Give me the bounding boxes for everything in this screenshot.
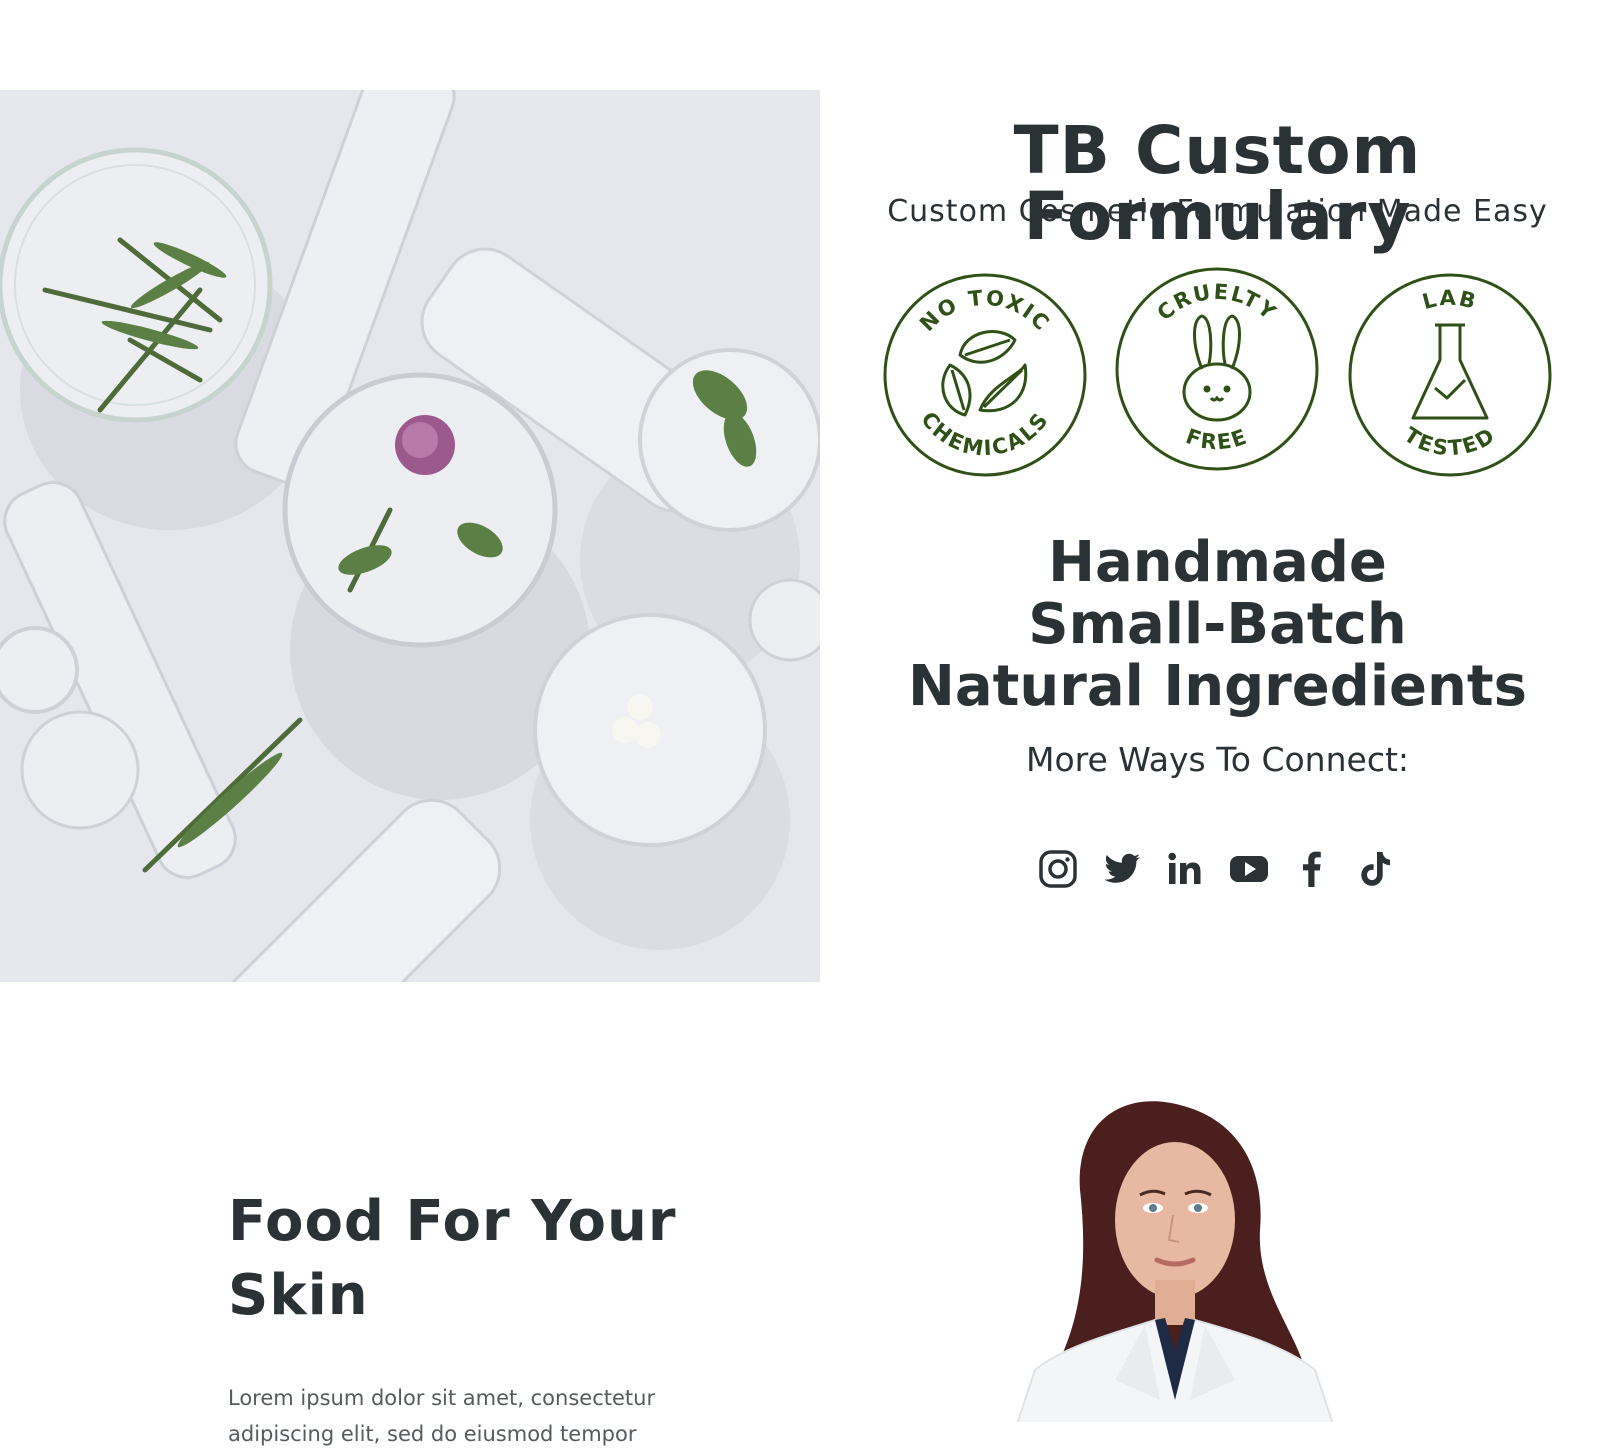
instagram-icon: [1039, 850, 1077, 888]
badge-2-bottom-text: FREE: [1183, 424, 1250, 454]
brand-subtitle: Custom Cosmetic Formulation Made Easy: [887, 194, 1548, 229]
hero-content: TB Custom Formulary Custom Cosmetic Form…: [820, 90, 1615, 982]
about-section: Food For Your Skin Lorem ipsum dolor sit…: [0, 1000, 1615, 1446]
tagline: Handmade Small-Batch Natural Ingredients: [820, 532, 1615, 718]
tagline-line-1: Handmade: [1048, 530, 1387, 595]
tiktok-icon: [1361, 852, 1390, 886]
hero-section: TB Custom Formulary Custom Cosmetic Form…: [0, 0, 1615, 1000]
svg-text:FREE: FREE: [1183, 424, 1252, 454]
badge-lab-tested: LAB TESTED: [1345, 270, 1555, 480]
youtube-link[interactable]: [1228, 848, 1270, 890]
badge-3-bottom-text: TESTED: [1400, 423, 1498, 461]
leaves-icon: [941, 330, 1028, 417]
twitter-icon: [1103, 853, 1140, 883]
linkedin-icon: [1168, 852, 1201, 884]
tagline-line-3: Natural Ingredients: [907, 654, 1527, 719]
linkedin-link[interactable]: [1164, 848, 1206, 890]
hero-lab-glassware-image: [0, 90, 820, 982]
bunny-icon: [1182, 314, 1252, 422]
about-title: Food For Your Skin: [228, 1185, 708, 1333]
badge-no-toxic-chemicals: NO TOXIC CHEMICALS: [880, 270, 1090, 480]
badge-3-top-text: LAB: [1420, 286, 1478, 314]
badge-cruelty-free: CRUELTY FREE: [1112, 264, 1322, 474]
badge-2-top-text: CRUELTY: [1152, 280, 1279, 326]
svg-text:TESTED: TESTED: [1400, 423, 1500, 461]
svg-text:NO TOXIC: NO TOXIC: [915, 286, 1055, 337]
svg-text:CRUELTY: CRUELTY: [1152, 280, 1281, 326]
connect-label: More Ways To Connect:: [1025, 740, 1410, 779]
flask-icon: [1411, 323, 1489, 420]
about-title-line-2: Skin: [228, 1263, 369, 1328]
about-body-text: Lorem ipsum dolor sit amet, consectetur …: [228, 1386, 656, 1446]
founder-portrait-image: [995, 1100, 1355, 1422]
svg-text:CHEMICALS: CHEMICALS: [916, 407, 1053, 461]
brand-title: TB Custom Formulary: [1013, 112, 1422, 255]
facebook-link[interactable]: [1291, 848, 1333, 890]
instagram-link[interactable]: [1037, 848, 1079, 890]
svg-text:LAB: LAB: [1420, 286, 1480, 314]
badge-1-bottom-text: CHEMICALS: [916, 407, 1051, 461]
social-links: [1037, 847, 1397, 891]
youtube-icon: [1229, 856, 1268, 882]
facebook-icon: [1303, 851, 1322, 887]
tiktok-link[interactable]: [1355, 848, 1397, 890]
about-title-line-1: Food For Your: [228, 1189, 677, 1254]
trust-badges: NO TOXIC CHEMICALS CRUELTY FREE LAB TEST…: [880, 267, 1560, 490]
tagline-line-2: Small-Batch: [1028, 592, 1407, 657]
twitter-link[interactable]: [1101, 848, 1143, 890]
badge-1-top-text: NO TOXIC: [915, 286, 1053, 337]
